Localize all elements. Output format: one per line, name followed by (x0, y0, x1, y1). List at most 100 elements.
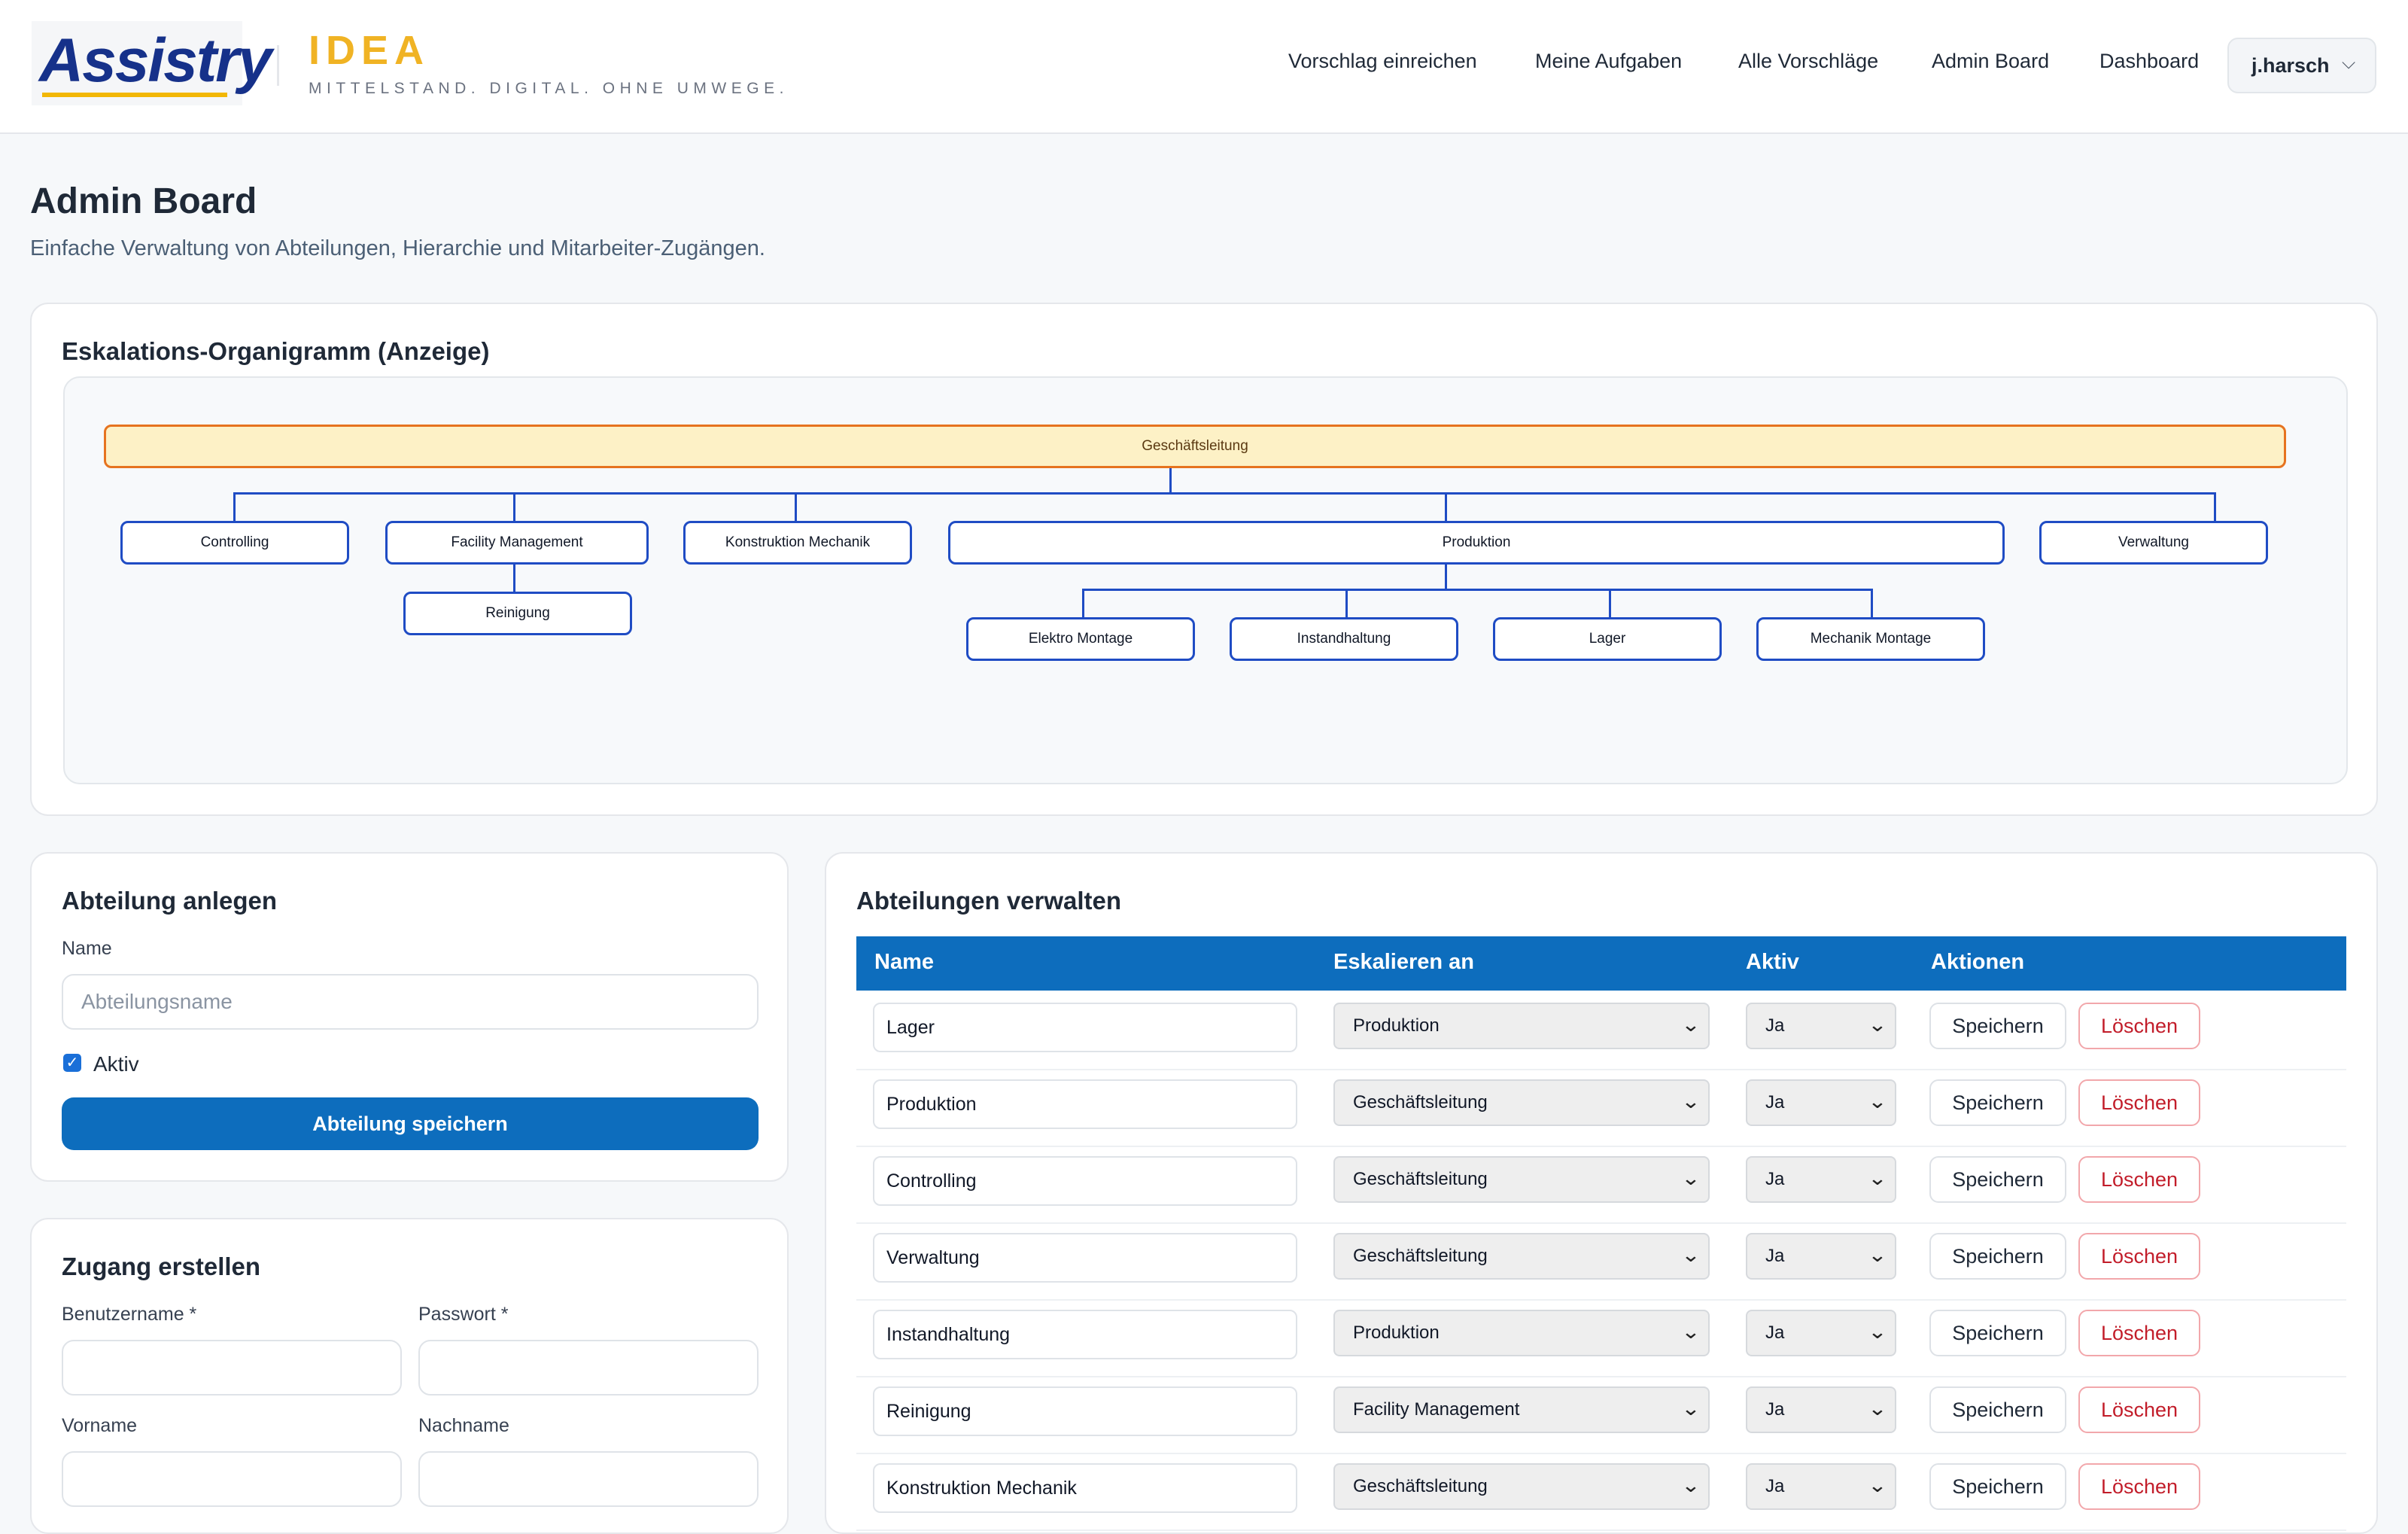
active-value: Ja (1765, 1092, 1785, 1112)
delete-row-button[interactable]: Löschen (2078, 1233, 2200, 1280)
column-header-active: Aktiv (1746, 950, 1799, 974)
org-node-elektro-montage: Elektro Montage (966, 617, 1195, 661)
delete-row-button[interactable]: Löschen (2078, 1079, 2200, 1126)
nav-alle-vorschlaege[interactable]: Alle Vorschläge (1738, 50, 1878, 73)
page-title: Admin Board (30, 181, 257, 221)
save-department-button[interactable]: Abteilung speichern (62, 1097, 759, 1150)
org-node-controlling: Controlling (120, 521, 349, 565)
row-name-input[interactable] (873, 1463, 1297, 1513)
delete-row-button[interactable]: Löschen (2078, 1463, 2200, 1510)
save-row-button[interactable]: Speichern (1929, 1386, 2066, 1433)
active-select[interactable]: Ja ⌄ (1746, 1156, 1896, 1203)
save-row-button[interactable]: Speichern (1929, 1079, 2066, 1126)
row-name-input[interactable] (873, 1386, 1297, 1436)
org-connector (1082, 589, 1084, 617)
active-value: Ja (1765, 1322, 1785, 1343)
nav-meine-aufgaben[interactable]: Meine Aufgaben (1535, 50, 1682, 73)
org-connector (1169, 467, 1172, 494)
org-connector (233, 492, 236, 521)
org-connector (1871, 589, 1873, 617)
active-select[interactable]: Ja ⌄ (1746, 1463, 1896, 1510)
user-menu-button[interactable]: j.harsch ⌵ (2227, 38, 2376, 93)
chevron-down-icon: ⌄ (1681, 1090, 1701, 1112)
manage-departments-title: Abteilungen verwalten (856, 887, 1122, 915)
table-row: Produktion ⌄ Ja ⌄ Speichern Löschen (856, 1299, 2346, 1377)
save-row-button[interactable]: Speichern (1929, 1463, 2066, 1510)
header-divider (277, 45, 279, 86)
escalate-to-value: Geschäftsleitung (1353, 1246, 1488, 1266)
nav-vorschlag-einreichen[interactable]: Vorschlag einreichen (1288, 50, 1477, 73)
org-connector (2214, 492, 2216, 521)
active-select[interactable]: Ja ⌄ (1746, 1233, 1896, 1280)
active-value: Ja (1765, 1015, 1785, 1036)
nav-admin-board[interactable]: Admin Board (1932, 50, 2049, 73)
table-header: Name Eskalieren an Aktiv Aktionen (856, 936, 2346, 991)
active-select[interactable]: Ja ⌄ (1746, 1079, 1896, 1126)
delete-row-button[interactable]: Löschen (2078, 1310, 2200, 1356)
create-department-title: Abteilung anlegen (62, 887, 278, 915)
escalate-to-value: Produktion (1353, 1322, 1440, 1343)
table-row: Geschäftsleitung ⌄ Ja ⌄ Speichern Lösche… (856, 1453, 2346, 1531)
escalate-to-select[interactable]: Geschäftsleitung ⌄ (1333, 1156, 1710, 1203)
table-row: Geschäftsleitung ⌄ Ja ⌄ Speichern Lösche… (856, 1069, 2346, 1147)
chevron-down-icon: ⌵ (2342, 53, 2356, 73)
active-select[interactable]: Ja ⌄ (1746, 1003, 1896, 1049)
escalate-to-select[interactable]: Facility Management ⌄ (1333, 1386, 1710, 1433)
assistry-logo[interactable]: Assistry (32, 21, 272, 105)
active-select[interactable]: Ja ⌄ (1746, 1310, 1896, 1356)
escalate-to-select[interactable]: Geschäftsleitung ⌄ (1333, 1463, 1710, 1510)
column-header-name: Name (874, 950, 934, 974)
org-node-facility-management: Facility Management (385, 521, 649, 565)
row-name-input[interactable] (873, 1233, 1297, 1283)
org-node-mechanik-montage: Mechanik Montage (1756, 617, 1985, 661)
nav-dashboard[interactable]: Dashboard (2099, 50, 2199, 73)
table-row: Geschäftsleitung ⌄ Ja ⌄ Speichern Lösche… (856, 1222, 2346, 1301)
firstname-label: Vorname (62, 1415, 138, 1436)
department-name-input[interactable] (62, 974, 759, 1030)
org-connector (795, 492, 797, 521)
delete-row-button[interactable]: Löschen (2078, 1386, 2200, 1433)
row-name-input[interactable] (873, 1310, 1297, 1359)
top-navigation-bar: Assistry IDEA MITTELSTAND. DIGITAL. OHNE… (0, 0, 2408, 134)
create-department-card: Abteilung anlegen Name ✓ Aktiv Abteilung… (30, 852, 789, 1182)
org-connector (1082, 589, 1872, 591)
delete-row-button[interactable]: Löschen (2078, 1156, 2200, 1203)
delete-row-button[interactable]: Löschen (2078, 1003, 2200, 1049)
username-input[interactable] (62, 1340, 402, 1396)
org-chart-card: Eskalations-Organigramm (Anzeige) Geschä… (30, 303, 2378, 816)
escalate-to-select[interactable]: Geschäftsleitung ⌄ (1333, 1079, 1710, 1126)
lastname-input[interactable] (418, 1451, 759, 1507)
active-value: Ja (1765, 1246, 1785, 1266)
column-header-actions: Aktionen (1931, 950, 2025, 974)
password-input[interactable] (418, 1340, 759, 1396)
save-row-button[interactable]: Speichern (1929, 1310, 2066, 1356)
active-checkbox[interactable]: ✓ (63, 1054, 81, 1072)
org-connector (1609, 589, 1611, 617)
row-name-input[interactable] (873, 1156, 1297, 1206)
brand-tagline: MITTELSTAND. DIGITAL. OHNE UMWEGE. (309, 80, 789, 97)
firstname-input[interactable] (62, 1451, 402, 1507)
chevron-down-icon: ⌄ (1868, 1474, 1888, 1496)
save-row-button[interactable]: Speichern (1929, 1003, 2066, 1049)
password-label: Passwort * (418, 1304, 509, 1325)
org-connector (1345, 589, 1348, 617)
table-row: Facility Management ⌄ Ja ⌄ Speichern Lös… (856, 1376, 2346, 1454)
active-select[interactable]: Ja ⌄ (1746, 1386, 1896, 1433)
active-checkbox-label: Aktiv (93, 1052, 139, 1076)
org-connector (513, 563, 515, 592)
escalate-to-select[interactable]: Geschäftsleitung ⌄ (1333, 1233, 1710, 1280)
escalate-to-select[interactable]: Produktion ⌄ (1333, 1003, 1710, 1049)
row-name-input[interactable] (873, 1079, 1297, 1129)
table-row: Geschäftsleitung ⌄ Ja ⌄ Speichern Lösche… (856, 1146, 2346, 1224)
chevron-down-icon: ⌄ (1868, 1090, 1888, 1112)
org-node-geschaeftsleitung: Geschäftsleitung (104, 425, 2286, 468)
save-row-button[interactable]: Speichern (1929, 1156, 2066, 1203)
row-name-input[interactable] (873, 1003, 1297, 1052)
org-connector (233, 492, 2215, 495)
save-row-button[interactable]: Speichern (1929, 1233, 2066, 1280)
active-value: Ja (1765, 1399, 1785, 1420)
chevron-down-icon: ⌄ (1868, 1320, 1888, 1343)
escalate-to-select[interactable]: Produktion ⌄ (1333, 1310, 1710, 1356)
department-name-label: Name (62, 938, 112, 959)
escalate-to-value: Facility Management (1353, 1399, 1520, 1420)
